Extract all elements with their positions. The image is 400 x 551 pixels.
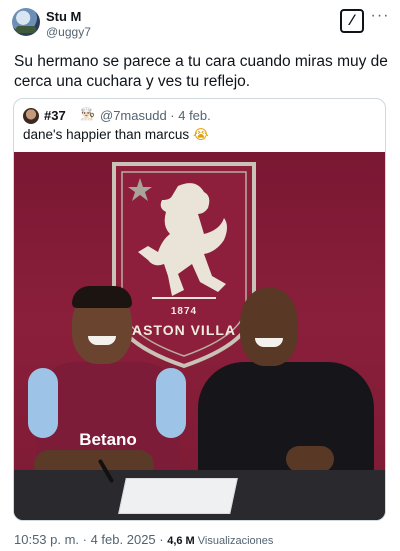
quoted-author-name[interactable]: #37 <box>44 108 66 123</box>
timestamp-text[interactable]: 10:53 p. m. · 4 feb. 2025 · <box>14 532 167 547</box>
crying-face-icon: 😭 <box>192 127 209 143</box>
quoted-author-handle-date: @7masudd · 4 feb. <box>100 108 211 123</box>
author-handle[interactable]: @uggy7 <box>46 25 91 39</box>
views-label: Visualizaciones <box>194 535 274 547</box>
player-left: Betano <box>28 282 188 492</box>
shirt-sponsor: Betano <box>79 430 137 449</box>
player-left-hair <box>72 286 132 308</box>
man-right-hands <box>286 446 334 472</box>
more-options-icon[interactable]: ··· <box>370 8 390 30</box>
quoted-author-avatar[interactable] <box>23 108 39 124</box>
man-right <box>190 286 380 496</box>
tweet-timestamp[interactable]: 10:53 p. m. · 4 feb. 2025 · 4,6 M Visual… <box>14 532 273 547</box>
author-name[interactable]: Stu M <box>46 9 81 24</box>
player-left-sleeve-right <box>156 368 186 438</box>
chef-emoji-icon: 👨🏻‍🍳 <box>80 107 95 121</box>
views-count: 4,6 M <box>167 535 195 547</box>
quoted-tweet-text: dane's happier than marcus 😭 <box>23 127 209 143</box>
quoted-text-content: dane's happier than marcus <box>23 127 190 142</box>
man-right-head <box>240 288 298 366</box>
tweet-text: Su hermano se parece a tu cara cuando mi… <box>14 53 388 90</box>
grok-icon[interactable]: ⁄ <box>340 9 364 33</box>
player-left-sleeve-left <box>28 368 58 438</box>
tweet-header: Stu M @uggy7 ⁄ ··· <box>12 6 388 40</box>
contract-paper <box>118 478 238 514</box>
quoted-photo[interactable]: 1874 ASTON VILLA Betano <box>14 152 385 520</box>
quoted-tweet[interactable]: #37 👨🏻‍🍳 @7masudd · 4 feb. dane's happie… <box>13 98 386 521</box>
author-avatar[interactable] <box>12 8 40 36</box>
